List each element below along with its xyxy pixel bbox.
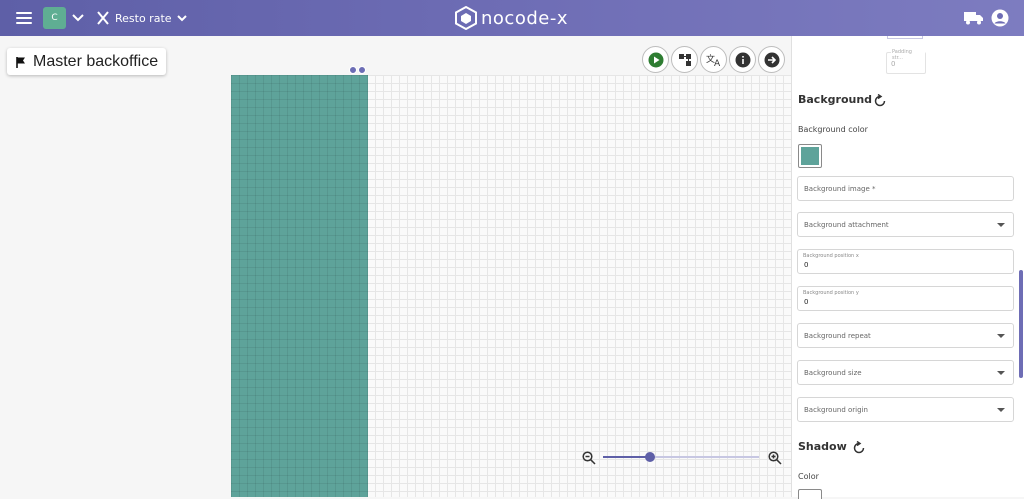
background-attachment-placeholder: Background attachment [804,221,889,229]
spacing-preview-box [887,36,923,39]
shadow-color-label: Color [798,472,819,481]
background-image-placeholder: Background image * [804,185,876,193]
background-origin-select[interactable]: Background origin [797,397,1014,422]
background-color-label: Background color [798,125,868,134]
background-size-select[interactable]: Background size [797,360,1014,385]
reset-background-icon[interactable] [873,93,887,107]
background-position-y-value: 0 [804,298,809,306]
block-settings-handle[interactable] [349,66,357,74]
canvas-container-block[interactable] [231,75,368,497]
properties-panel-scrollbar[interactable] [1019,270,1023,378]
padding-bottom-label: Padding str... [891,49,925,61]
zoom-slider-fill [603,456,650,458]
hexagon-logo-icon [455,6,477,30]
zoom-slider-thumb[interactable] [644,452,655,462]
page-title: Master backoffice [33,52,159,70]
application-initial: C [51,13,58,23]
padding-bottom-value: 0 [891,60,896,68]
account-circle-icon[interactable] [991,9,1009,27]
background-position-y-field[interactable]: Background position y 0 [797,286,1014,311]
truck-icon[interactable] [964,10,984,26]
background-attachment-select[interactable]: Background attachment [797,212,1014,237]
navigate-forward-button[interactable] [758,46,785,73]
dropdown-caret-icon [997,371,1005,375]
run-preview-button[interactable] [642,46,669,73]
translate-icon: 文A [706,53,721,67]
sitemap-icon [678,53,691,66]
background-color-fill [801,147,819,165]
shadow-color-swatch[interactable] [798,489,822,499]
background-section-title: Background [798,93,873,106]
flag-icon [16,56,25,68]
background-repeat-placeholder: Background repeat [804,332,871,340]
background-position-x-value: 0 [804,261,809,269]
page-name-badge[interactable]: Master backoffice [7,48,167,75]
info-icon [735,52,750,67]
chevron-down-icon [176,14,187,21]
block-close-handle[interactable] [358,66,366,74]
project-name: Resto rate [115,11,172,25]
zoom-in-icon[interactable] [768,450,782,465]
application-chevron-down-icon[interactable] [70,10,86,26]
dropdown-caret-icon [997,408,1005,412]
sitemap-button[interactable] [671,46,698,73]
background-position-y-label: Background position y [803,290,859,296]
play-icon [648,52,663,67]
background-position-x-label: Background position x [803,253,859,259]
logo-text: nocode-x [481,7,568,29]
background-position-x-field[interactable]: Background position x 0 [797,249,1014,274]
background-repeat-select[interactable]: Background repeat [797,323,1014,348]
zoom-out-icon[interactable] [582,450,596,465]
translate-button[interactable]: 文A [700,46,727,73]
padding-bottom-field[interactable]: Padding str... 0 [886,49,926,74]
svg-text:A: A [714,59,721,67]
dropdown-caret-icon [997,334,1005,338]
cutlery-icon [97,11,109,25]
info-button[interactable] [729,46,756,73]
nocodex-logo: nocode-x [455,6,568,30]
zoom-slider[interactable] [603,452,759,462]
background-size-placeholder: Background size [804,369,862,377]
application-avatar[interactable]: C [43,7,66,29]
shadow-section-title: Shadow [798,440,847,453]
reset-shadow-icon[interactable] [852,440,866,454]
background-color-swatch[interactable] [798,144,822,168]
project-selector[interactable]: Resto rate [96,9,187,27]
dropdown-caret-icon [997,223,1005,227]
top-bar: C Resto rate nocode-x [0,0,1024,36]
hamburger-menu-icon[interactable] [14,9,34,27]
arrow-right-circle-icon [764,52,779,67]
background-image-field[interactable]: Background image * [797,176,1014,201]
background-origin-placeholder: Background origin [804,406,868,414]
